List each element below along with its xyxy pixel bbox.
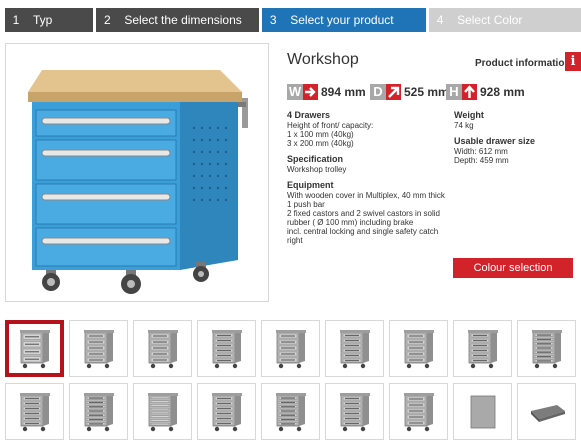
dimension-height: H 928 mm (446, 84, 525, 100)
step-label: Typ (33, 13, 53, 27)
side-panel-image (470, 395, 495, 428)
variant-thumbnail[interactable] (517, 320, 576, 377)
cabinet-image (467, 329, 498, 368)
height-letter: H (446, 84, 462, 100)
variant-thumbnail[interactable] (133, 320, 192, 377)
step-select-product[interactable]: 3 Select your product (262, 8, 427, 32)
variant-thumbnail[interactable] (197, 320, 256, 377)
width-letter: W (287, 84, 303, 100)
height-value: 928 mm (480, 85, 525, 99)
equipment-line: incl. central locking and single safety … (287, 227, 439, 236)
usable-drawer-heading: Usable drawer size (454, 136, 536, 146)
step-select-color[interactable]: 4 Select Color (429, 8, 581, 32)
step-label: Select your product (290, 13, 394, 27)
variant-thumbnail[interactable] (261, 383, 320, 440)
equipment-line: With wooden cover in Multiplex, 40 mm th… (287, 191, 445, 200)
variant-thumbnail[interactable] (197, 383, 256, 440)
colour-selection-button[interactable]: Colour selection (453, 258, 573, 278)
usable-drawer-line: Depth: 459 mm (454, 156, 509, 165)
step-number: 3 (269, 13, 277, 27)
variant-thumbnail[interactable] (453, 383, 512, 440)
arrow-right-icon (303, 84, 318, 100)
dimension-depth: D 525 mm (370, 84, 449, 100)
product-details-left: 4 Drawers Height of front/ capacity: 1 x… (287, 110, 467, 246)
step-number: 4 (436, 13, 444, 27)
drawers-line: 3 x 200 mm (40kg) (287, 139, 354, 148)
step-label: Select the dimensions (124, 13, 242, 27)
drawers-line: 1 x 100 mm (40kg) (287, 130, 354, 139)
equipment-heading: Equipment (287, 180, 334, 190)
weight-value: 74 kg (454, 121, 474, 130)
variant-thumbnail[interactable] (325, 320, 384, 377)
cabinet-image (275, 329, 306, 368)
cabinet-image (147, 392, 178, 431)
step-number: 1 (12, 13, 20, 27)
specification-line: Workshop trolley (287, 165, 347, 174)
product-title: Workshop (287, 51, 359, 68)
arrow-up-icon (462, 84, 477, 100)
product-image (5, 43, 269, 302)
drawers-heading: 4 Drawers (287, 110, 331, 120)
depth-value: 525 mm (404, 85, 449, 99)
step-navigation: 1 Typ 2 Select the dimensions 3 Select y… (5, 8, 581, 32)
dimension-width: W 894 mm (287, 84, 366, 100)
cabinet-image (19, 392, 50, 431)
arrow-diagonal-icon (386, 84, 401, 100)
cabinet-image (531, 329, 562, 368)
step-typ[interactable]: 1 Typ (5, 8, 94, 32)
variant-thumbnail[interactable] (5, 320, 64, 377)
usable-drawer-line: Width: 612 mm (454, 147, 508, 156)
variant-thumbnail[interactable] (389, 383, 448, 440)
variant-thumbnail[interactable] (453, 320, 512, 377)
drawer-tray-image (530, 404, 565, 422)
cabinet-image (83, 392, 114, 431)
equipment-line: rubber ( Ø 100 mm) including brake (287, 218, 414, 227)
cabinet-image (211, 392, 242, 431)
workshop-trolley-illustration (28, 70, 248, 294)
cabinet-image (83, 329, 114, 368)
step-number: 2 (104, 13, 111, 27)
cabinet-image (19, 329, 50, 368)
variant-thumbnail[interactable] (261, 320, 320, 377)
variant-thumbnail[interactable] (69, 383, 128, 440)
variant-thumbnail[interactable] (517, 383, 576, 440)
variant-thumbnail[interactable] (5, 383, 64, 440)
product-details-right: Weight 74 kg Usable drawer size Width: 6… (454, 110, 574, 166)
depth-letter: D (370, 84, 386, 100)
cabinet-image (339, 392, 370, 431)
variant-thumbnail[interactable] (325, 383, 384, 440)
cabinet-image (211, 329, 242, 368)
step-label: Select Color (457, 13, 523, 27)
cabinet-image (275, 392, 306, 431)
step-select-dimensions[interactable]: 2 Select the dimensions (96, 8, 260, 32)
drawers-line: Height of front/ capacity: (287, 121, 374, 130)
cabinet-image (403, 392, 434, 431)
info-icon[interactable]: i (565, 52, 581, 71)
cabinet-image (403, 329, 434, 368)
equipment-line: right (287, 236, 303, 245)
product-information-link[interactable]: Product information (475, 58, 571, 69)
variant-thumbnail[interactable] (133, 383, 192, 440)
cabinet-image (147, 329, 178, 368)
width-value: 894 mm (321, 85, 366, 99)
weight-heading: Weight (454, 110, 484, 120)
cabinet-image (339, 329, 370, 368)
specification-heading: Specification (287, 154, 344, 164)
variant-thumbnail[interactable] (389, 320, 448, 377)
equipment-line: 2 fixed castors and 2 swivel castors in … (287, 209, 440, 218)
variant-thumbnail[interactable] (69, 320, 128, 377)
equipment-line: 1 push bar (287, 200, 325, 209)
